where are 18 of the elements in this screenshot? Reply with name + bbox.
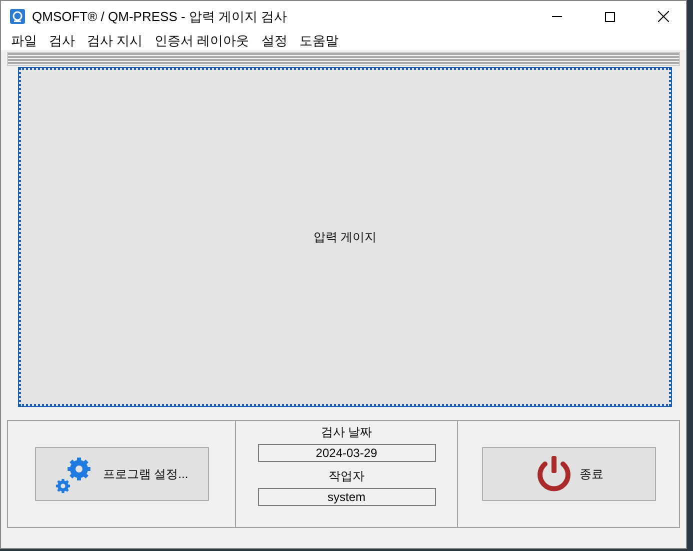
- minimize-icon: [552, 16, 562, 17]
- gauge-label: 압력 게이지: [313, 228, 377, 246]
- menu-item[interactable]: 검사: [43, 32, 81, 50]
- close-icon: [658, 11, 668, 22]
- operator-field[interactable]: system: [258, 488, 436, 506]
- menu-item[interactable]: 인증서 레이아웃: [148, 32, 256, 50]
- date-field[interactable]: 2024-03-29: [258, 444, 436, 462]
- menu-item[interactable]: 설정: [255, 32, 294, 50]
- app-icon: [10, 9, 25, 24]
- operator-label: 작업자: [328, 468, 364, 485]
- maximize-icon: [605, 12, 615, 22]
- exit-button[interactable]: 종료: [482, 447, 656, 501]
- menu-item[interactable]: 파일: [5, 32, 43, 50]
- date-label: 검사 날짜: [320, 424, 372, 441]
- menu-item[interactable]: 검사 지시: [81, 32, 149, 50]
- menu-item[interactable]: 도움말: [293, 32, 344, 50]
- window-title: QMSOFT® / QM-PRESS - 압력 게이지 검사: [32, 8, 288, 26]
- program-settings-button[interactable]: 프로그램 설정...: [34, 447, 208, 501]
